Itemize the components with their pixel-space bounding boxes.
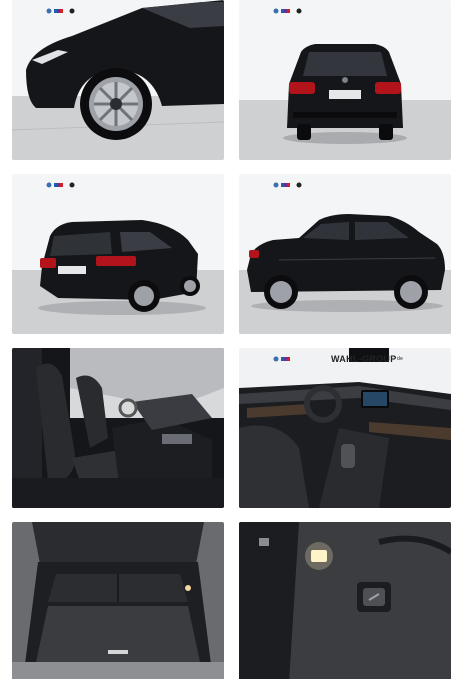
thumb-trunk-side-compartment[interactable] bbox=[239, 522, 451, 679]
thumb-rear-view[interactable] bbox=[239, 0, 451, 160]
brand-logos-icon bbox=[273, 8, 302, 14]
brand-logos-icon bbox=[273, 356, 290, 362]
brand-logos bbox=[273, 356, 451, 508]
brand-logos-icon bbox=[46, 182, 75, 188]
thumb-dashboard-interior[interactable]: WAHL-GROUP de bbox=[239, 348, 451, 508]
brand-logos-icon bbox=[46, 8, 75, 14]
photo-gallery: WAHL-GROUP de bbox=[0, 0, 452, 679]
brand-logos bbox=[46, 8, 224, 160]
thumb-rear-three-quarter-view[interactable] bbox=[12, 174, 224, 334]
brand-logos bbox=[273, 182, 451, 334]
thumb-front-wheel-closeup[interactable] bbox=[12, 0, 224, 160]
trunk-side-compartment-image bbox=[239, 522, 451, 679]
thumb-trunk-open-view[interactable] bbox=[12, 522, 224, 679]
brand-logos bbox=[46, 182, 224, 334]
dealer-watermark: WAHL-GROUP bbox=[331, 354, 397, 364]
front-seats-interior-image bbox=[12, 348, 224, 508]
dealer-watermark-suffix: de bbox=[397, 356, 404, 362]
thumb-front-seats-interior[interactable] bbox=[12, 348, 224, 508]
brand-logos-icon bbox=[273, 182, 302, 188]
thumb-side-profile-view[interactable] bbox=[239, 174, 451, 334]
trunk-open-view-image bbox=[12, 522, 224, 679]
brand-logos bbox=[273, 8, 451, 160]
